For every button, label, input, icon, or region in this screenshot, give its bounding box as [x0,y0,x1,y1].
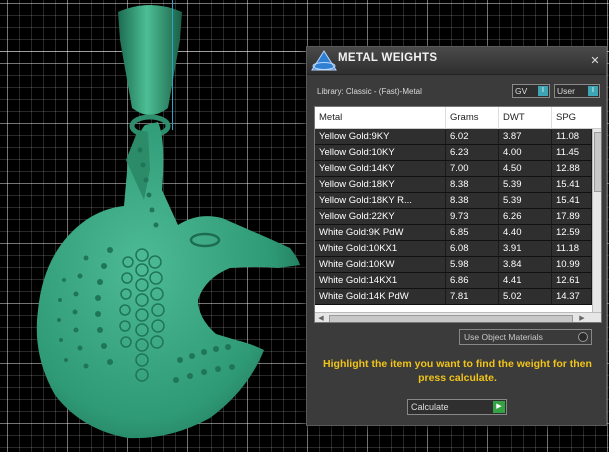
scroll-left-arrow-icon[interactable]: ◀ [316,314,326,322]
table-row[interactable]: Yellow Gold:14KY 7.00 4.50 12.88 [315,161,592,177]
cell-dwt: 3.91 [499,241,552,256]
user-toggle-label: User [557,86,575,96]
cell-dwt: 5.02 [499,289,552,304]
cell-metal: Yellow Gold:14KY [315,161,446,176]
cell-dwt: 3.87 [499,129,552,144]
cell-spg: 12.88 [552,161,592,176]
cell-dwt: 3.84 [499,257,552,272]
cell-metal: White Gold:10KW [315,257,446,272]
pendant-body [36,122,301,439]
column-header-grams[interactable]: Grams [446,107,499,129]
cell-grams: 6.86 [446,273,499,288]
table-row[interactable]: Yellow Gold:9KY 6.02 3.87 11.08 [315,129,592,145]
table-body: Yellow Gold:9KY 6.02 3.87 11.08 Yellow Gold:… [315,129,592,305]
cell-spg: 10.99 [552,257,592,272]
pendant-bail [118,5,182,115]
cell-metal: Yellow Gold:10KY [315,145,446,160]
table-row[interactable]: Yellow Gold:22KY 9.73 6.26 17.89 [315,209,592,225]
cell-metal: White Gold:14K PdW [315,289,446,304]
panel-title: METAL WEIGHTS [338,52,438,64]
instructions-text: Highlight the item you want to find the … [323,358,592,384]
cell-dwt: 4.40 [499,225,552,240]
cell-spg: 11.08 [552,129,592,144]
cell-dwt: 5.39 [499,177,552,192]
cell-metal: White Gold:14KX1 [315,273,446,288]
table-row[interactable]: White Gold:10KX1 6.08 3.91 11.18 [315,241,592,257]
cell-grams: 6.85 [446,225,499,240]
close-icon[interactable]: ✕ [588,54,602,68]
gv-toggle[interactable]: GV I [512,84,550,98]
cell-metal: Yellow Gold:18KY R... [315,193,446,208]
table-row[interactable]: Yellow Gold:18KY R... 8.38 5.39 15.41 [315,193,592,209]
cell-metal: Yellow Gold:9KY [315,129,446,144]
table-row[interactable]: White Gold:14KX1 6.86 4.41 12.61 [315,273,592,289]
use-object-materials-label: Use Object Materials [464,332,543,342]
cell-grams: 9.73 [446,209,499,224]
table-row[interactable]: White Gold:14K PdW 7.81 5.02 14.37 [315,289,592,305]
cell-spg: 17.89 [552,209,592,224]
table-row[interactable]: Yellow Gold:18KY 8.38 5.39 15.41 [315,177,592,193]
vertical-scrollbar[interactable] [592,129,601,312]
table-row[interactable]: White Gold:10KW 5.98 3.84 10.99 [315,257,592,273]
user-toggle[interactable]: User I [554,84,600,98]
cell-spg: 11.18 [552,241,592,256]
cell-dwt: 4.50 [499,161,552,176]
calculate-label: Calculate [411,402,449,412]
horizontal-scrollbar[interactable]: ◀ ▶ [315,312,601,322]
cell-grams: 7.00 [446,161,499,176]
cell-grams: 6.02 [446,129,499,144]
user-toggle-box: I [588,86,598,96]
cell-dwt: 4.41 [499,273,552,288]
calculate-button[interactable]: Calculate ▶ [407,399,507,415]
cell-spg: 11.45 [552,145,592,160]
table-row[interactable]: Yellow Gold:10KY 6.23 4.00 11.45 [315,145,592,161]
cell-metal: Yellow Gold:18KY [315,177,446,192]
play-icon: ▶ [493,401,505,413]
cell-metal: White Gold:10KX1 [315,241,446,256]
gv-toggle-label: GV [515,86,528,96]
cell-grams: 7.81 [446,289,499,304]
cell-dwt: 4.00 [499,145,552,160]
radio-icon[interactable] [578,332,588,342]
column-header-spg[interactable]: SPG [552,107,601,129]
cell-grams: 8.38 [446,193,499,208]
use-object-materials-toggle[interactable]: Use Object Materials [459,329,592,345]
column-header-metal[interactable]: Metal [315,107,446,129]
cell-dwt: 5.39 [499,193,552,208]
cell-spg: 12.59 [552,225,592,240]
cell-grams: 6.08 [446,241,499,256]
cell-metal: White Gold:9K PdW [315,225,446,240]
cell-metal: Yellow Gold:22KY [315,209,446,224]
cell-grams: 6.23 [446,145,499,160]
cell-grams: 8.38 [446,177,499,192]
gv-toggle-box: I [538,86,548,96]
library-label: Library: Classic - (Fast)-Metal [317,87,422,96]
cell-spg: 12.61 [552,273,592,288]
metal-weights-panel: METAL WEIGHTS ✕ Library: Classic - (Fast… [306,46,607,426]
panel-header[interactable]: METAL WEIGHTS ✕ [307,47,606,75]
cell-spg: 15.41 [552,193,592,208]
cell-dwt: 6.26 [499,209,552,224]
table-row[interactable]: White Gold:9K PdW 6.85 4.40 12.59 [315,225,592,241]
table-header: Metal Grams DWT SPG [315,107,601,129]
cell-spg: 15.41 [552,177,592,192]
vertical-scroll-thumb[interactable] [594,132,601,192]
scroll-right-arrow-icon[interactable]: ▶ [577,314,587,322]
column-header-dwt[interactable]: DWT [499,107,552,129]
horizontal-scroll-thumb[interactable] [329,315,573,322]
cell-spg: 14.37 [552,289,592,304]
app-logo-icon [311,50,337,71]
cell-grams: 5.98 [446,257,499,272]
metals-table[interactable]: Metal Grams DWT SPG Yellow Gold:9KY 6.02 3… [314,106,602,323]
